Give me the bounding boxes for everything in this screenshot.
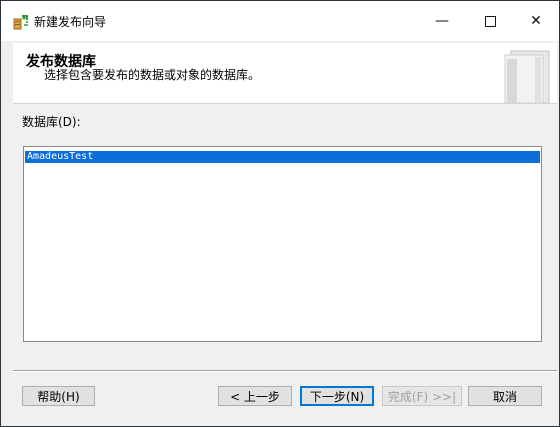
close-button[interactable]: ✕ — [513, 1, 559, 41]
title-bar[interactable]: 新建发布向导 — ✕ — [1, 1, 559, 41]
maximize-button[interactable] — [467, 1, 513, 41]
maximize-icon — [484, 15, 496, 27]
database-listbox[interactable]: AmadeusTest — [23, 146, 542, 342]
help-button[interactable]: 帮助(H) — [22, 386, 95, 406]
wizard-app-icon — [12, 13, 30, 31]
minimize-button[interactable]: — — [419, 1, 465, 41]
close-icon: ✕ — [530, 13, 542, 29]
footer-divider — [13, 370, 557, 372]
book-icon — [495, 47, 557, 104]
list-item[interactable]: AmadeusTest — [25, 151, 540, 163]
window-title: 新建发布向导 — [34, 15, 107, 29]
publication-wizard-window: 新建发布向导 — ✕ 发布数据库 选择包含要发布的数据或对象的数据库。 数据库(… — [1, 1, 559, 426]
minimize-icon: — — [435, 13, 449, 29]
finish-button: 完成(F) >>| — [382, 386, 462, 406]
page-subtitle: 选择包含要发布的数据或对象的数据库。 — [44, 68, 261, 82]
next-button[interactable]: 下一步(N) — [300, 386, 374, 406]
database-list-label: 数据库(D): — [22, 115, 81, 129]
cancel-button[interactable]: 取消 — [468, 386, 542, 406]
back-button[interactable]: < 上一步 — [218, 386, 292, 406]
wizard-header: 发布数据库 选择包含要发布的数据或对象的数据库。 — [13, 43, 557, 104]
